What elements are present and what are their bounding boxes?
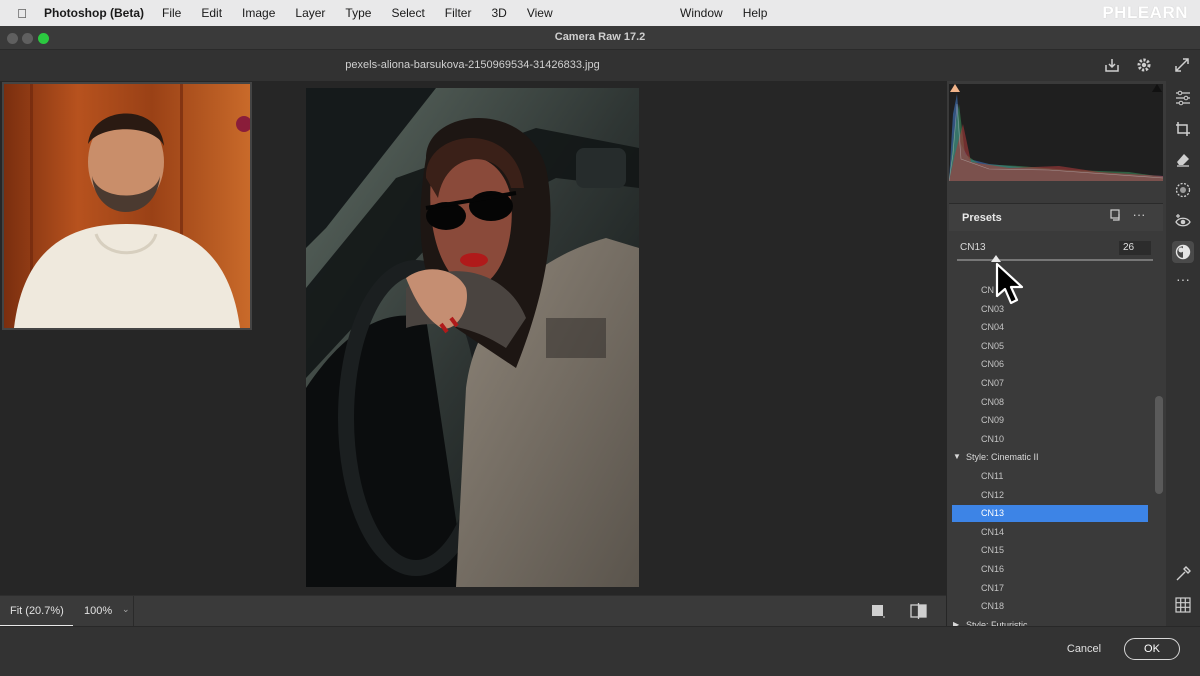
more-icon[interactable]: ··· xyxy=(1173,271,1193,291)
zoom-dropdown-chevron-icon[interactable]: ⌄ xyxy=(122,604,130,615)
preset-item[interactable]: CN xyxy=(952,282,1148,299)
menu-help[interactable]: Help xyxy=(743,6,768,20)
preset-item[interactable]: CN11 xyxy=(952,468,1148,485)
shadow-clipping-icon[interactable] xyxy=(950,84,960,92)
menu-select[interactable]: Select xyxy=(391,6,424,20)
window-title-bar: Camera Raw 17.2 xyxy=(0,26,1200,50)
ok-button[interactable]: OK xyxy=(1124,638,1180,660)
highlight-clipping-icon[interactable] xyxy=(1152,84,1162,92)
zoom-fit-button[interactable]: Fit (20.7%) xyxy=(0,596,73,627)
edit-sliders-icon[interactable] xyxy=(1173,89,1193,109)
macos-menu-bar:  Photoshop (Beta) File Edit Image Layer… xyxy=(0,0,1200,26)
apple-icon[interactable]:  xyxy=(0,6,44,21)
preset-item-selected[interactable]: CN13 xyxy=(952,505,1148,523)
presets-panel-header: Presets ··· xyxy=(949,203,1163,231)
red-eye-icon[interactable] xyxy=(1173,212,1193,232)
preset-list-scrollbar[interactable] xyxy=(1155,396,1163,494)
preset-group-label: Style: Cinematic II xyxy=(966,452,1039,463)
cancel-button[interactable]: Cancel xyxy=(1056,637,1112,661)
fullscreen-icon[interactable] xyxy=(1172,56,1192,76)
preset-item[interactable]: CN06 xyxy=(952,356,1148,373)
histogram xyxy=(948,84,1164,182)
dialog-footer xyxy=(0,626,1200,676)
preset-add-icon[interactable] xyxy=(1106,208,1126,228)
presets-icon[interactable] xyxy=(1172,241,1194,263)
menu-type[interactable]: Type xyxy=(345,6,371,20)
preset-group-header[interactable]: ▶ Style: Futuristic xyxy=(949,617,1149,626)
save-icon[interactable] xyxy=(1102,56,1122,76)
menu-3d[interactable]: 3D xyxy=(491,6,506,20)
preset-item[interactable]: CN14 xyxy=(952,524,1148,541)
preset-group-header[interactable]: ▼ Style: Cinematic II xyxy=(949,449,1149,466)
menu-image[interactable]: Image xyxy=(242,6,275,20)
menu-edit[interactable]: Edit xyxy=(201,6,222,20)
preset-item[interactable]: CN05 xyxy=(952,338,1148,355)
masking-icon[interactable] xyxy=(1173,181,1193,201)
preset-amount-slider[interactable] xyxy=(957,259,1153,261)
preset-item[interactable]: CN08 xyxy=(952,394,1148,411)
menu-window[interactable]: Window xyxy=(680,6,723,20)
preset-item[interactable]: CN07 xyxy=(952,375,1148,392)
eyedropper-icon[interactable] xyxy=(1173,565,1193,585)
preset-item[interactable]: CN09 xyxy=(952,412,1148,429)
preset-item[interactable]: CN04 xyxy=(952,319,1148,336)
phlearn-watermark: PHLEARN xyxy=(1102,3,1188,22)
preset-amount-control: CN13 26 xyxy=(949,234,1163,270)
preset-amount-value[interactable]: 26 xyxy=(1119,241,1151,255)
overlay-icon[interactable] xyxy=(868,602,888,622)
mouse-cursor-icon xyxy=(995,262,1024,305)
menu-filter[interactable]: Filter xyxy=(445,6,472,20)
grid-icon[interactable] xyxy=(1173,596,1193,616)
tool-strip: ··· xyxy=(1166,81,1200,626)
preset-item[interactable]: CN18 xyxy=(952,598,1148,615)
file-bar: pexels-aliona-barsukova-2150969534-31426… xyxy=(0,50,1200,81)
preset-list: CN CN03 CN04 CN05 CN06 CN07 CN08 CN09 CN10 ▼ Style… xyxy=(949,272,1153,626)
preset-item[interactable]: CN16 xyxy=(952,561,1148,578)
disclosure-open-icon[interactable]: ▼ xyxy=(953,452,961,461)
crop-icon[interactable] xyxy=(1173,120,1193,140)
gear-icon[interactable] xyxy=(1134,56,1154,76)
preset-more-icon[interactable]: ··· xyxy=(1129,207,1149,227)
photo-preview[interactable] xyxy=(306,88,639,587)
presets-title: Presets xyxy=(962,212,1002,224)
preset-amount-label: CN13 xyxy=(960,242,986,253)
file-name: pexels-aliona-barsukova-2150969534-31426… xyxy=(345,59,600,71)
preset-item[interactable]: CN15 xyxy=(952,542,1148,559)
app-menu[interactable]: Photoshop (Beta) xyxy=(44,6,144,20)
before-after-icon[interactable] xyxy=(909,602,929,622)
menu-layer[interactable]: Layer xyxy=(295,6,325,20)
preset-item[interactable]: CN17 xyxy=(952,580,1148,597)
window-title: Camera Raw 17.2 xyxy=(554,31,646,43)
presenter-webcam xyxy=(2,82,252,330)
preset-item[interactable]: CN12 xyxy=(952,487,1148,504)
menu-view[interactable]: View xyxy=(527,6,553,20)
menu-file[interactable]: File xyxy=(162,6,181,20)
preset-item[interactable]: CN03 xyxy=(952,301,1148,318)
preset-item[interactable]: CN10 xyxy=(952,431,1148,448)
preset-amount-slider-thumb[interactable] xyxy=(991,255,1002,262)
zoom-status-bar: Fit (20.7%) 100% ⌄ xyxy=(0,595,946,627)
eraser-icon[interactable] xyxy=(1173,150,1193,170)
